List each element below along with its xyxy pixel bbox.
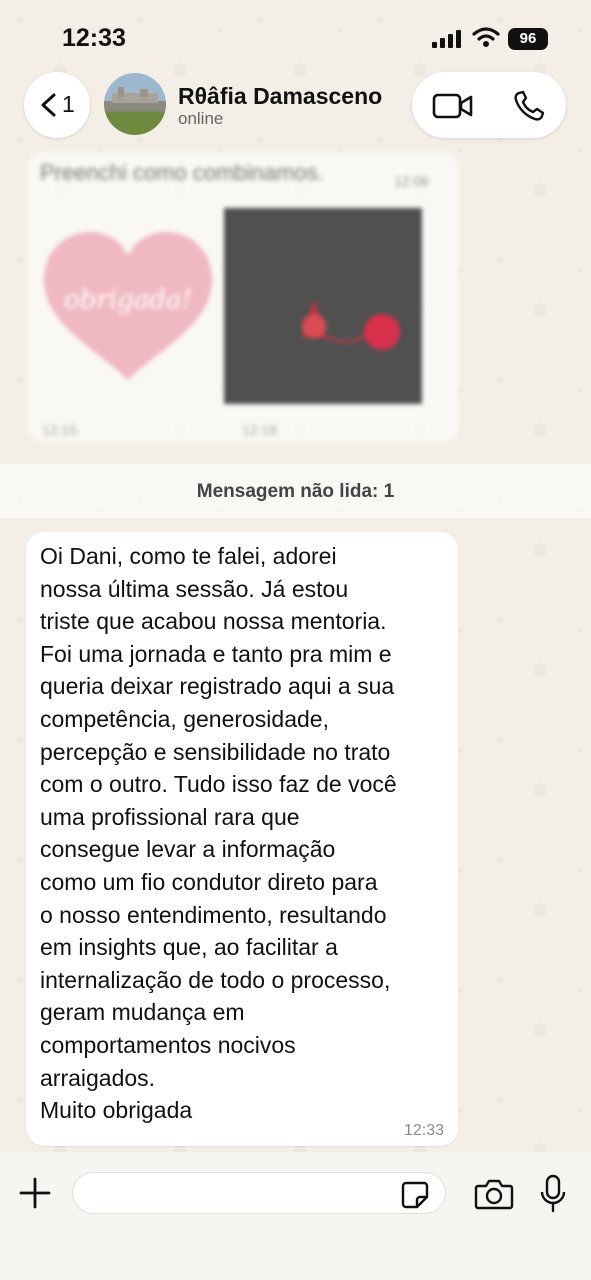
video-call-icon[interactable] (432, 92, 474, 120)
plus-icon[interactable] (18, 1176, 52, 1210)
contact-status: online (178, 109, 224, 128)
signal-icon (432, 30, 462, 48)
sticker-icon[interactable] (400, 1180, 430, 1210)
phone-icon[interactable] (512, 90, 546, 122)
contact-name[interactable]: Rθâfia Damasceno (178, 83, 382, 110)
message-input[interactable] (72, 1172, 446, 1214)
heart-icon: obrigada! (44, 232, 212, 380)
avatar-image (112, 87, 158, 103)
image-time-2: 12:18 (242, 422, 278, 438)
image-time-1: 12:15 (42, 422, 78, 438)
chevron-left-icon (41, 93, 56, 117)
unread-messages-banner: Mensagem não lida: 1 (0, 464, 591, 518)
heart-sticker-image[interactable]: obrigada! (38, 210, 218, 390)
composer-bar (0, 1152, 591, 1280)
call-actions (412, 72, 566, 138)
camera-icon[interactable] (474, 1178, 514, 1210)
microphone-icon[interactable] (538, 1174, 568, 1214)
status-time: 12:33 (62, 24, 126, 52)
contact-avatar[interactable] (104, 73, 166, 135)
photo-image (224, 208, 422, 404)
message-text: Oi Dani, como te falei, adorei nossa últ… (40, 543, 397, 1124)
status-bar: 12:33 96 (0, 0, 591, 70)
back-button[interactable]: 1 (24, 72, 90, 138)
wifi-icon (472, 27, 500, 47)
previous-text-message: Preenchi como combinamos. (40, 160, 324, 185)
battery-indicator: 96 (508, 28, 548, 50)
shared-photo[interactable] (224, 208, 422, 404)
sticker-text: obrigada! (64, 285, 192, 315)
message-time: 12:33 (403, 1122, 444, 1139)
previous-message-time: 12:06 (394, 173, 430, 189)
unread-count: 1 (62, 91, 75, 117)
message-bubble[interactable]: Oi Dani, como te falei, adorei nossa últ… (26, 532, 458, 1146)
